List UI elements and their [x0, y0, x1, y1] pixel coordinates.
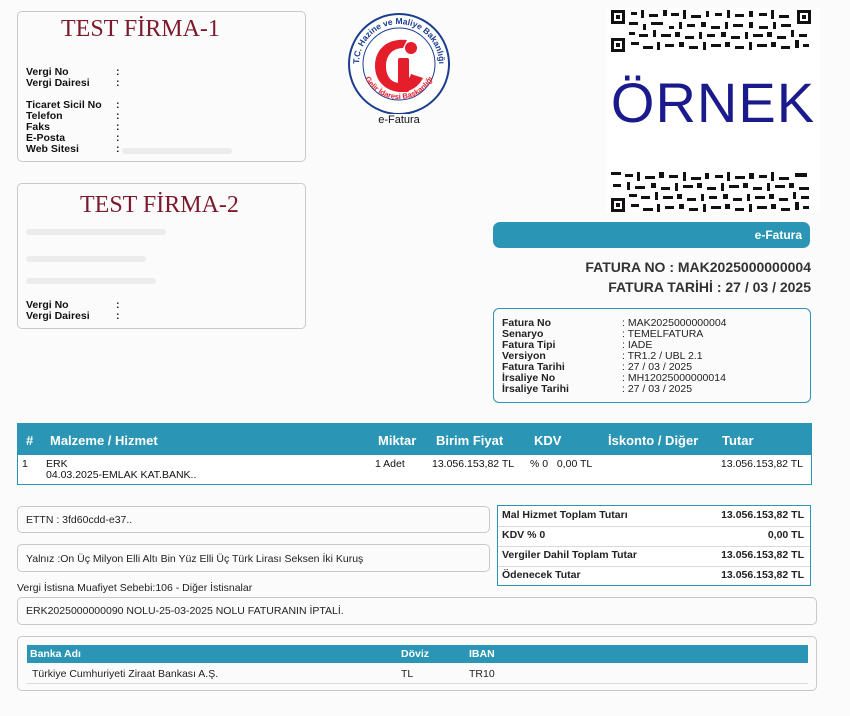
totals-label: Vergiler Dahil Toplam Tutar [502, 549, 637, 561]
col-header-no: # [26, 433, 34, 448]
seller-box: TEST FİRMA-1 Vergi No : Vergi Dairesi : … [17, 11, 306, 162]
info-label: İrsaliye Tarihi [502, 383, 569, 395]
col-header-vat: KDV [534, 433, 562, 448]
table-row: 1 ERK 04.03.2025-EMLAK KAT.BANK.. 1 Adet… [18, 455, 811, 484]
totals-value: 13.056.153,82 TL [721, 509, 804, 521]
redacted-value [122, 148, 232, 154]
bank-col-iban: IBAN [469, 648, 495, 660]
bank-name: Türkiye Cumhuriyeti Ziraat Bankası A.Ş. [32, 668, 219, 680]
col-header-total: Tutar [722, 433, 754, 448]
totals-label: Mal Hizmet Toplam Tutarı [502, 509, 628, 521]
totals-table: Mal Hizmet Toplam Tutarı 13.056.153,82 T… [497, 505, 811, 586]
cell-item-desc: 04.03.2025-EMLAK KAT.BANK.. [46, 469, 197, 481]
items-table: # Malzeme / Hizmet Miktar Birim Fiyat KD… [17, 423, 812, 485]
note-text: ERK2025000000090 NOLU-25-03-2025 NOLU FA… [26, 605, 344, 617]
totals-row: KDV % 0 0,00 TL [498, 526, 810, 547]
redacted-address [26, 229, 166, 235]
buyer-name: TEST FİRMA-2 [80, 192, 239, 218]
bank-col-currency: Döviz [401, 648, 430, 660]
bank-currency: TL [401, 668, 414, 680]
cell-unit-price: 13.056.153,82 TL [432, 458, 515, 470]
items-table-header: # Malzeme / Hizmet Miktar Birim Fiyat KD… [18, 424, 811, 455]
totals-row: Mal Hizmet Toplam Tutarı 13.056.153,82 T… [498, 506, 810, 527]
amount-in-words: Yalnız :On Üç Milyon Elli Altı Bin Yüz E… [26, 553, 364, 565]
info-value: : 27 / 03 / 2025 [622, 383, 693, 395]
logo-caption: e-Fatura [378, 114, 420, 126]
redacted-address [26, 256, 146, 262]
amount-words-box: Yalnız :On Üç Milyon Elli Altı Bin Yüz E… [17, 544, 490, 572]
bank-row: Türkiye Cumhuriyeti Ziraat Bankası A.Ş. … [27, 663, 808, 684]
gib-logo-emblem: T.C. Hazine ve Maliye Bakanlığı Gelir İd… [348, 13, 450, 115]
col-header-unit-price: Birim Fiyat [436, 433, 504, 448]
invoice-date-heading: FATURA TARİHİ : 27 / 03 / 2025 [608, 279, 811, 295]
cell-vat: % 0 0,00 TL [530, 458, 593, 470]
col-header-item: Malzeme / Hizmet [50, 433, 158, 448]
bank-iban: TR10 [469, 668, 495, 680]
col-header-discount: İskonto / Diğer [608, 433, 699, 448]
col-header-qty: Miktar [378, 433, 417, 448]
buyer-label-tax-office: Vergi Dairesi [26, 310, 90, 322]
totals-value: 13.056.153,82 TL [721, 549, 804, 561]
doc-type-label: e-Fatura [754, 228, 802, 242]
cell-qty: 1 Adet [375, 458, 405, 470]
cell-no: 1 [22, 458, 28, 470]
colon: : [116, 143, 120, 155]
bank-table-header: Banka Adı Döviz IBAN [27, 645, 808, 663]
seller-name: TEST FİRMA-1 [61, 16, 220, 42]
invoice-no-heading: FATURA NO : MAK2025000000004 [585, 259, 811, 275]
totals-label: KDV % 0 [502, 529, 546, 541]
totals-row: Ödenecek Tutar 13.056.153,82 TL [498, 566, 810, 586]
totals-label: Ödenecek Tutar [502, 569, 581, 581]
seller-label-tax-office: Vergi Dairesi [26, 77, 90, 89]
qr-code-bottom [611, 172, 811, 212]
doc-type-banner: e-Fatura [493, 222, 810, 248]
bank-col-name: Banka Adı [30, 648, 81, 660]
ettn-box: ETTN : 3fd60cdd-e37.. [17, 506, 490, 533]
gib-logo: T.C. Hazine ve Maliye Bakanlığı Gelir İd… [345, 10, 453, 128]
watermark: ÖRNEK [610, 71, 816, 134]
redacted-address [26, 278, 156, 284]
ettn-text: ETTN : 3fd60cdd-e37.. [26, 514, 133, 526]
totals-value: 13.056.153,82 TL [721, 569, 804, 581]
cell-total: 13.056.153,82 TL [720, 458, 803, 470]
seller-label-website: Web Sitesi [26, 143, 79, 155]
buyer-box: TEST FİRMA-2 Vergi No : Vergi Dairesi : [17, 183, 306, 329]
qr-code-top [611, 10, 811, 52]
colon: : [116, 310, 120, 322]
bank-box: Banka Adı Döviz IBAN Türkiye Cumhuriyeti… [17, 636, 817, 691]
totals-row: Vergiler Dahil Toplam Tutar 13.056.153,8… [498, 546, 810, 567]
exemption-reason: Vergi İstisna Muafiyet Sebebi:106 - Diğe… [17, 582, 253, 594]
colon: : [116, 77, 120, 89]
totals-value: 0,00 TL [767, 529, 804, 541]
note-box: ERK2025000000090 NOLU-25-03-2025 NOLU FA… [17, 597, 817, 625]
invoice-info-box: Fatura No : MAK2025000000004 Senaryo : T… [493, 308, 811, 403]
